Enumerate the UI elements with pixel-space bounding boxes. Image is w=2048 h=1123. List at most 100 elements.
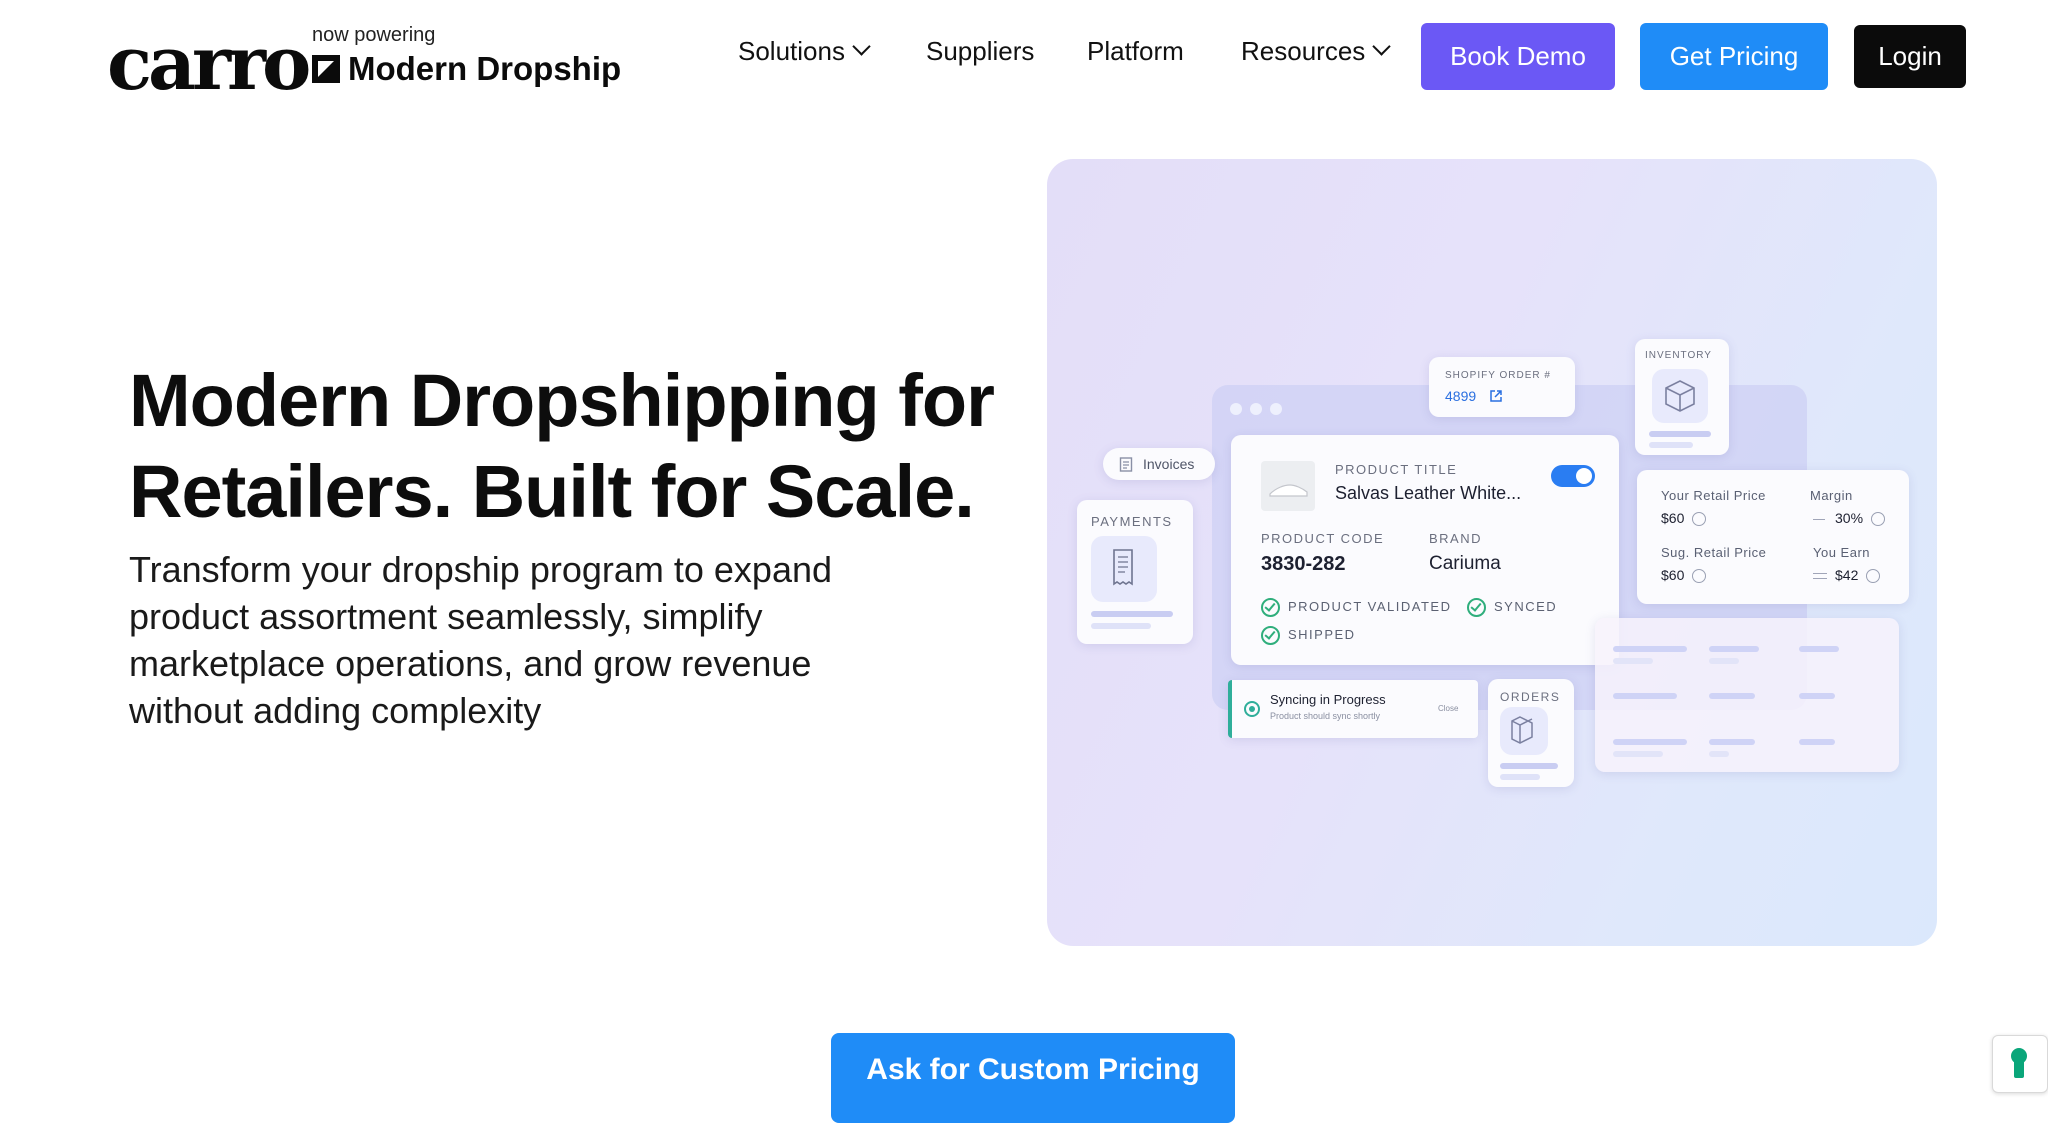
orders-list-card	[1595, 618, 1899, 772]
nav-resources-label: Resources	[1241, 36, 1366, 66]
modern-dropship-mark-icon	[312, 55, 340, 83]
retail-price-value: $60	[1661, 510, 1685, 526]
toast-close-button[interactable]: Close	[1438, 704, 1458, 713]
logo-wordmark: carro	[107, 21, 311, 107]
placeholder-bar	[1091, 611, 1173, 617]
nav-suppliers[interactable]: Suppliers	[926, 36, 1034, 67]
product-code-label: PRODUCT CODE	[1261, 531, 1385, 546]
status-validated: PRODUCT VALIDATED	[1261, 598, 1451, 617]
status-validated-label: PRODUCT VALIDATED	[1288, 598, 1452, 614]
logo-product-name: Modern Dropship	[348, 50, 622, 87]
list-row-bar	[1709, 646, 1759, 652]
orders-card: ORDERS	[1488, 679, 1574, 787]
custom-pricing-button[interactable]: Ask for Custom Pricing	[831, 1033, 1235, 1123]
invoices-chip: Invoices	[1103, 448, 1215, 480]
list-row-bar	[1799, 693, 1835, 699]
list-row-bar	[1709, 751, 1729, 757]
status-synced-label: SYNCED	[1494, 598, 1558, 614]
chevron-down-icon	[1372, 37, 1391, 56]
sug-price-value: $60	[1661, 567, 1685, 583]
nav-solutions[interactable]: Solutions	[738, 36, 871, 67]
document-icon	[1119, 457, 1133, 472]
hero-illustration: SHOPIFY ORDER # 4899 INVENTORY Invoices …	[1047, 159, 1937, 946]
info-icon	[1692, 512, 1707, 527]
window-dot	[1250, 403, 1262, 415]
earn-value: $42	[1835, 567, 1859, 583]
list-row-bar	[1799, 646, 1839, 652]
nav-platform[interactable]: Platform	[1087, 36, 1184, 67]
equals-icon	[1813, 573, 1827, 580]
info-icon	[1692, 569, 1707, 584]
toggle-knob	[1576, 468, 1592, 484]
payments-card: PAYMENTS	[1077, 500, 1193, 644]
info-icon	[1866, 569, 1881, 584]
list-row-bar	[1613, 646, 1687, 652]
list-row-bar	[1709, 739, 1755, 745]
login-button[interactable]: Login	[1854, 25, 1966, 88]
external-link-icon	[1490, 390, 1502, 402]
product-code-value: 3830-282	[1261, 553, 1346, 575]
status-shipped: SHIPPED	[1261, 626, 1356, 645]
help-widget[interactable]	[1992, 1035, 2048, 1093]
syncing-subtitle: Product should sync shortly	[1270, 711, 1381, 721]
retail-price: $60	[1661, 510, 1707, 527]
placeholder-bar	[1500, 774, 1540, 780]
shopify-order-label: SHOPIFY ORDER #	[1445, 370, 1551, 381]
box-icon	[1652, 369, 1708, 423]
list-row-bar	[1613, 739, 1687, 745]
book-demo-button[interactable]: Book Demo	[1421, 23, 1615, 90]
list-row-bar	[1709, 693, 1755, 699]
brand-label: BRAND	[1429, 531, 1483, 546]
hero-title: Modern Dropshipping for Retailers. Built…	[129, 355, 995, 537]
nav-resources[interactable]: Resources	[1241, 36, 1391, 67]
product-card: PRODUCT TITLE Salvas Leather White... PR…	[1231, 435, 1619, 665]
placeholder-bar	[1500, 763, 1558, 769]
product-title-value: Salvas Leather White...	[1335, 483, 1522, 503]
check-circle-icon	[1467, 598, 1486, 617]
window-dot	[1270, 403, 1282, 415]
placeholder-bar	[1649, 431, 1711, 437]
earn-label: You Earn	[1813, 545, 1871, 560]
minus-icon	[1813, 518, 1825, 521]
payments-label: PAYMENTS	[1091, 514, 1173, 529]
check-circle-icon	[1261, 598, 1280, 617]
list-row-bar	[1613, 751, 1663, 757]
syncing-title: Syncing in Progress	[1270, 692, 1386, 707]
box-icon	[1500, 707, 1548, 755]
hero-title-line2: Retailers. Built for Scale.	[129, 450, 975, 533]
placeholder-bar	[1091, 623, 1151, 629]
shopify-order-card: SHOPIFY ORDER # 4899	[1429, 357, 1575, 417]
hero-description: Transform your dropship program to expan…	[129, 549, 833, 731]
earn: $42	[1813, 567, 1881, 584]
list-row-bar	[1799, 739, 1835, 745]
placeholder-bar	[1649, 442, 1693, 448]
margin: 30%	[1813, 510, 1886, 527]
nav-solutions-label: Solutions	[738, 36, 845, 66]
margin-label: Margin	[1810, 488, 1853, 503]
brand-value: Cariuma	[1429, 553, 1501, 574]
hero-title-line1: Modern Dropshipping for	[129, 359, 995, 442]
get-pricing-button[interactable]: Get Pricing	[1640, 23, 1828, 90]
inventory-label: INVENTORY	[1645, 350, 1712, 361]
invoices-label: Invoices	[1143, 456, 1195, 472]
sync-status-icon	[1244, 701, 1260, 717]
status-synced: SYNCED	[1467, 598, 1557, 617]
product-thumbnail	[1261, 461, 1315, 511]
nav-platform-label: Platform	[1087, 36, 1184, 66]
sug-price: $60	[1661, 567, 1707, 584]
sug-price-label: Sug. Retail Price	[1661, 545, 1767, 560]
retail-price-label: Your Retail Price	[1661, 488, 1766, 503]
product-title-label: PRODUCT TITLE	[1335, 462, 1458, 477]
orders-label: ORDERS	[1500, 690, 1561, 704]
margin-value: 30%	[1835, 510, 1864, 526]
logo-now-powering: now powering	[312, 24, 436, 46]
sync-toggle[interactable]	[1551, 465, 1595, 487]
list-row-bar	[1613, 658, 1653, 664]
list-row-bar	[1613, 693, 1677, 699]
logo-product: Modern Dropship	[312, 50, 621, 88]
inventory-card: INVENTORY	[1635, 339, 1729, 455]
receipt-icon	[1091, 536, 1157, 602]
info-icon	[1871, 512, 1886, 527]
shopify-order-number: 4899	[1445, 388, 1477, 404]
pricing-card: Your Retail Price $60 Margin 30% Sug. Re…	[1637, 470, 1909, 604]
